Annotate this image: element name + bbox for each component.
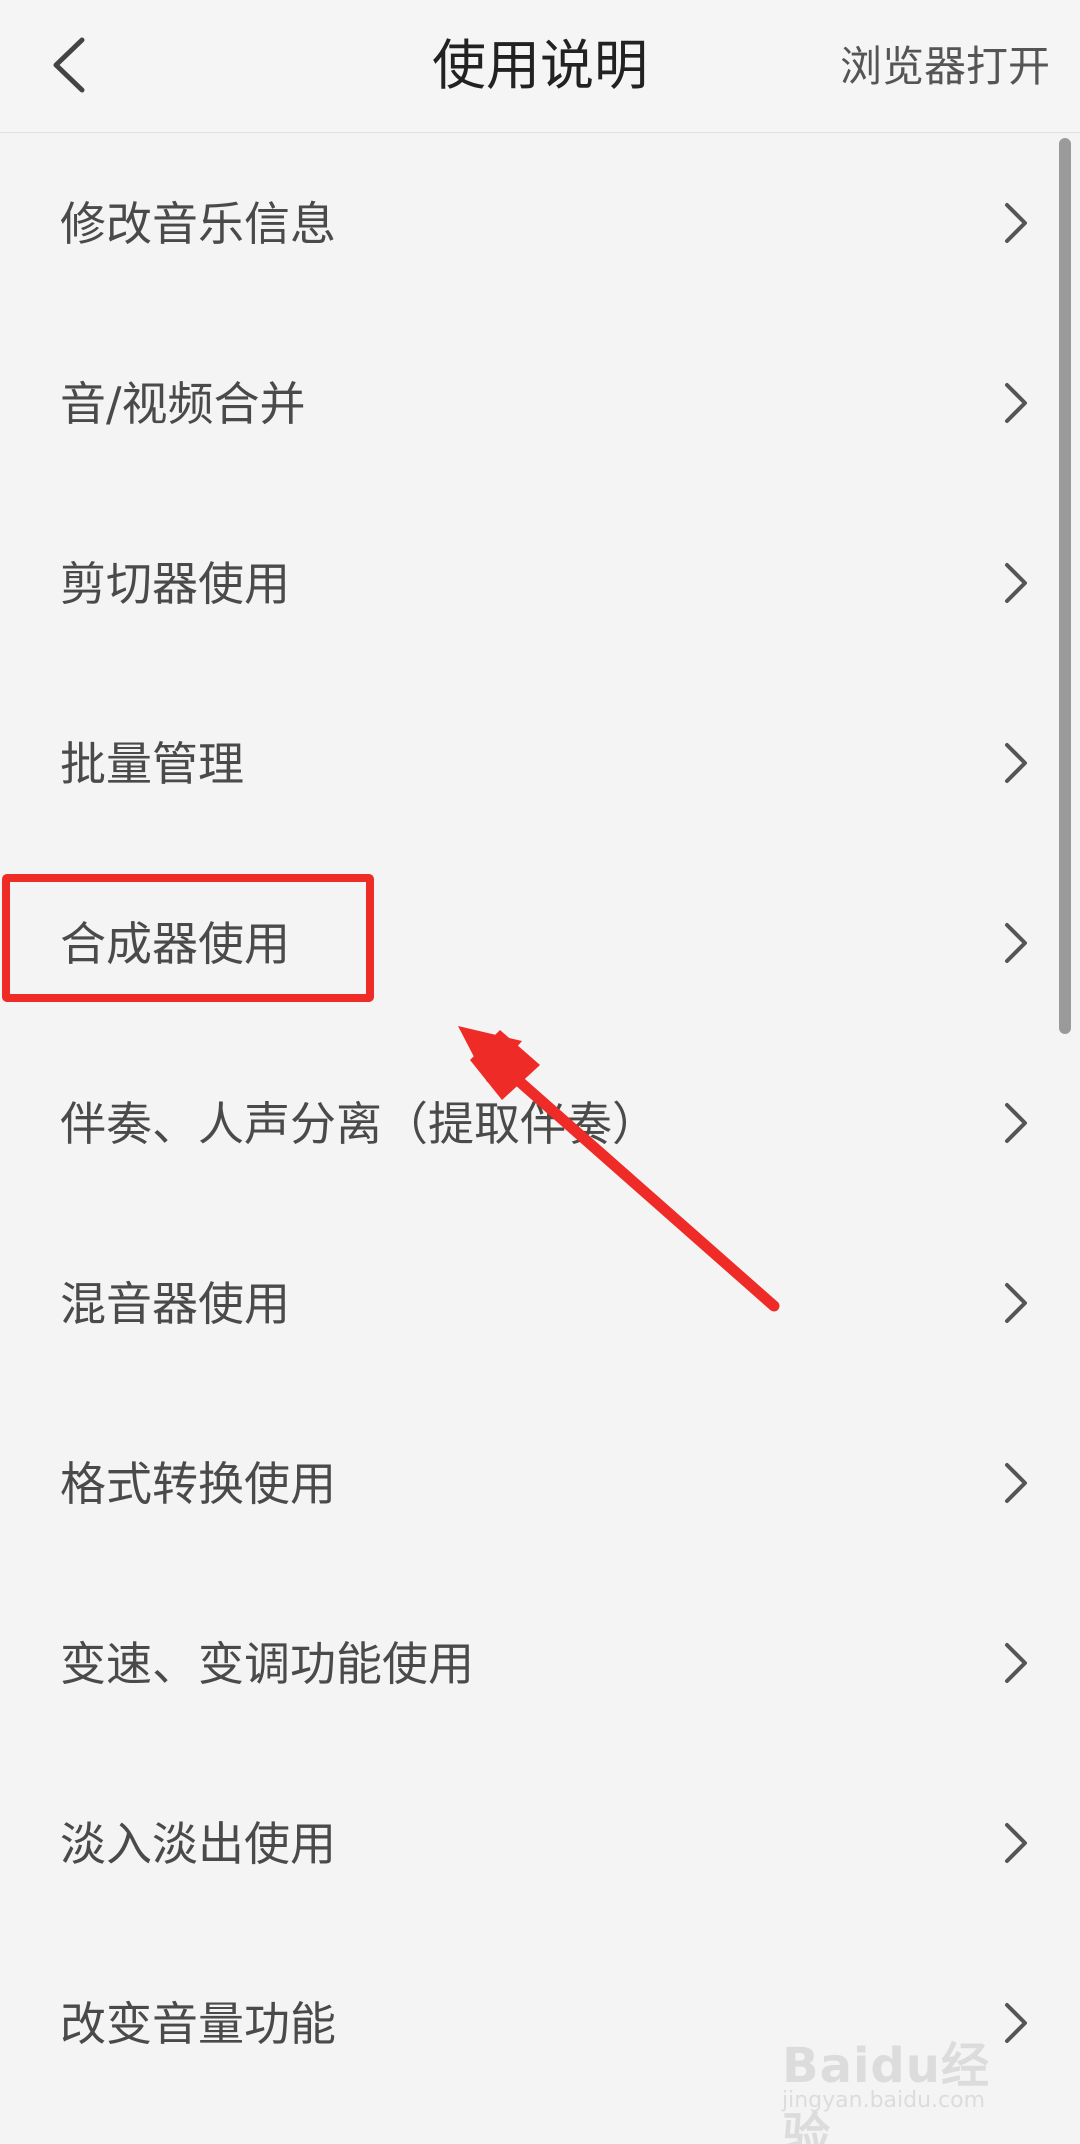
chevron-right-icon bbox=[1005, 1283, 1027, 1323]
chevron-right-icon bbox=[1005, 1463, 1027, 1503]
list-item-label: 混音器使用 bbox=[60, 1277, 290, 1331]
list-item-format-convert[interactable]: 格式转换使用 bbox=[0, 1393, 1080, 1573]
top-bar: 使用说明 浏览器打开 bbox=[0, 0, 1080, 133]
chevron-right-icon bbox=[1005, 1103, 1027, 1143]
usage-instructions-screen: 使用说明 浏览器打开 修改音乐信息 音/视频合并 剪切器使用 批量管理 合成器使… bbox=[0, 0, 1080, 2144]
list-item-label: 批量管理 bbox=[60, 737, 244, 791]
list-item-av-merge[interactable]: 音/视频合并 bbox=[0, 313, 1080, 493]
watermark-logo: Baidu经验 bbox=[782, 2038, 990, 2144]
list-item-fade[interactable]: 淡入淡出使用 bbox=[0, 1753, 1080, 1933]
list-item-edit-music-info[interactable]: 修改音乐信息 bbox=[0, 133, 1080, 313]
list-item-label: 淡入淡出使用 bbox=[60, 1817, 336, 1871]
list-item-label: 变速、变调功能使用 bbox=[60, 1637, 474, 1691]
chevron-right-icon bbox=[1005, 203, 1027, 243]
chevron-right-icon bbox=[1005, 383, 1027, 423]
watermark-url: jingyan.baidu.com bbox=[782, 2088, 986, 2113]
list-item-label: 剪切器使用 bbox=[60, 557, 290, 611]
list-item-cutter[interactable]: 剪切器使用 bbox=[0, 493, 1080, 673]
list-item-vocal-separation[interactable]: 伴奏、人声分离（提取伴奏） bbox=[0, 1033, 1080, 1213]
list-item-label: 格式转换使用 bbox=[60, 1457, 336, 1511]
chevron-right-icon bbox=[1005, 1823, 1027, 1863]
chevron-right-icon bbox=[1005, 563, 1027, 603]
chevron-right-icon bbox=[1005, 743, 1027, 783]
baidu-watermark: Baidu经验 jingyan.baidu.com bbox=[782, 2026, 1022, 2144]
instructions-list: 修改音乐信息 音/视频合并 剪切器使用 批量管理 合成器使用 伴奏、人声分离（提… bbox=[0, 133, 1080, 2113]
scrollbar[interactable] bbox=[1059, 138, 1071, 1034]
list-item-label: 修改音乐信息 bbox=[60, 197, 336, 251]
list-item-label: 音/视频合并 bbox=[60, 377, 306, 431]
open-in-browser-button[interactable]: 浏览器打开 bbox=[840, 38, 1050, 96]
chevron-right-icon bbox=[1005, 923, 1027, 963]
list-item-mixer[interactable]: 混音器使用 bbox=[0, 1213, 1080, 1393]
list-item-speed-pitch[interactable]: 变速、变调功能使用 bbox=[0, 1573, 1080, 1753]
list-item-batch-manage[interactable]: 批量管理 bbox=[0, 673, 1080, 853]
highlight-box bbox=[2, 874, 374, 1002]
list-item-label: 改变音量功能 bbox=[60, 1997, 336, 2051]
chevron-right-icon bbox=[1005, 1643, 1027, 1683]
list-item-label: 伴奏、人声分离（提取伴奏） bbox=[60, 1097, 658, 1151]
